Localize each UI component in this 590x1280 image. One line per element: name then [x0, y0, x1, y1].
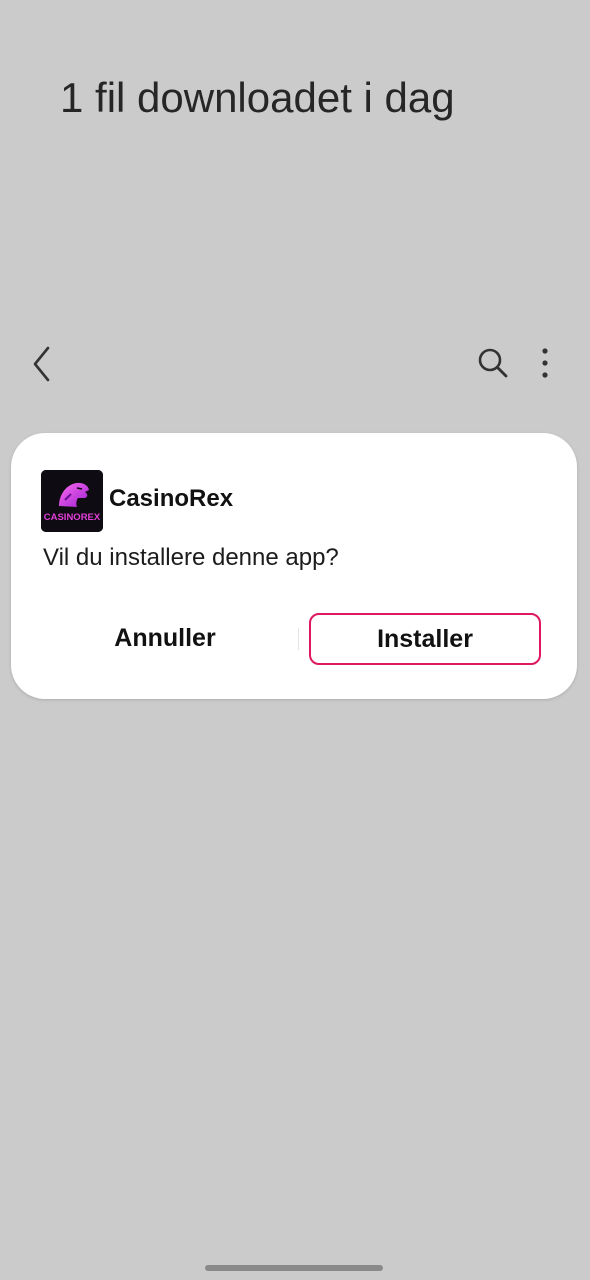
app-icon-text: CASINOREX — [44, 512, 101, 523]
install-dialog: CASINOREX CasinoRex Vil du installere de… — [11, 433, 577, 699]
home-indicator[interactable] — [205, 1265, 383, 1271]
app-name: CasinoRex — [109, 485, 234, 512]
button-divider — [298, 628, 299, 650]
search-icon[interactable] — [476, 346, 510, 380]
app-icon: CASINOREX — [41, 470, 103, 532]
back-icon[interactable] — [28, 344, 56, 384]
install-button[interactable]: Installer — [309, 613, 541, 665]
cancel-button[interactable]: Annuller — [41, 613, 289, 663]
install-question: Vil du installere denne app? — [43, 544, 339, 571]
more-options-icon[interactable] — [536, 346, 554, 380]
page-title: 1 fil downloadet i dag — [60, 74, 455, 121]
